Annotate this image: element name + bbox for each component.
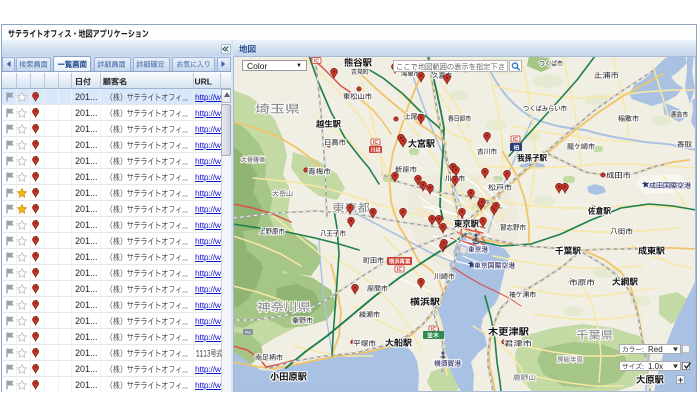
svg-text:URL: URL [195,77,212,87]
